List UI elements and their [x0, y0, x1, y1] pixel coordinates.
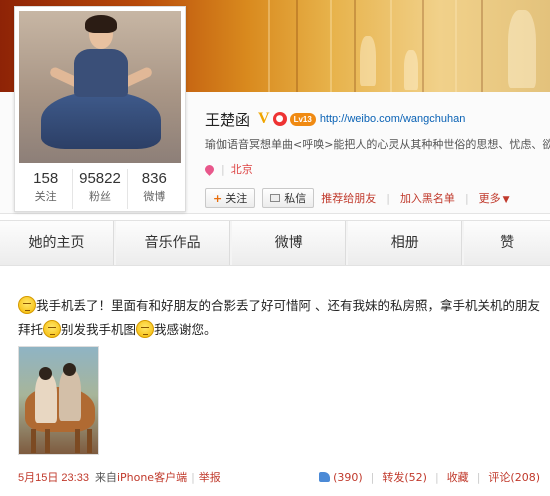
- meta-divider: |: [370, 470, 375, 484]
- weibo-badge-icon[interactable]: ●: [272, 112, 287, 126]
- blacklist-link[interactable]: 加入黑名单: [400, 190, 455, 206]
- stats-row: 158 关注 95822 粉丝 836 微博: [19, 169, 181, 209]
- meta-divider: |: [476, 470, 481, 484]
- sad-face-icon: [43, 320, 62, 338]
- follow-button[interactable]: + 关注: [205, 188, 256, 208]
- more-dropdown[interactable]: 更多 ▼: [479, 190, 510, 206]
- feed: 我手机丢了！里面有和好朋友的合影丢了好可惜阿 、还有我妹的私房照，拿手机关机的朋…: [0, 270, 550, 496]
- more-label: 更多: [478, 192, 501, 205]
- envelope-icon: [270, 194, 281, 202]
- chevron-down-icon: ▼: [502, 195, 510, 205]
- repost-link[interactable]: 转发(52): [382, 469, 427, 485]
- tab-album[interactable]: 相册: [348, 221, 463, 265]
- stat-fans-value: 95822: [79, 170, 121, 187]
- tab-home[interactable]: 她的主页: [0, 221, 115, 265]
- action-divider: |: [386, 191, 390, 205]
- plus-icon: +: [213, 191, 223, 205]
- favorite-link[interactable]: 收藏: [447, 469, 469, 485]
- profile-actions: + 关注 私信 推荐给朋友 | 加入黑名单 | 更多 ▼: [205, 187, 510, 209]
- post-time[interactable]: 5月15日 23:33: [18, 469, 89, 485]
- post-meta: 5月15日 23:33 来自 iPhone客户端 | 举报 (390) | 转发…: [18, 469, 540, 485]
- thumbs-up-icon[interactable]: [319, 472, 331, 482]
- stat-fans[interactable]: 95822 粉丝: [73, 169, 128, 209]
- report-link[interactable]: 举报: [199, 469, 221, 485]
- stat-following-label: 关注: [34, 190, 57, 203]
- recommend-link[interactable]: 推荐给朋友: [321, 190, 376, 206]
- tab-likes[interactable]: 赞: [464, 221, 550, 265]
- sad-face-icon: [18, 296, 36, 314]
- profile-url-link[interactable]: http://weibo.com/wangchuhan: [320, 113, 466, 125]
- stat-fans-label: 粉丝: [88, 190, 111, 203]
- post-text-part3: 我感谢您。: [154, 322, 217, 337]
- name-row: 王楚函 V ● Lv13 http://weibo.com/wangchuhan: [205, 108, 465, 130]
- meta-divider: |: [191, 470, 195, 484]
- post-text: 我手机丢了！里面有和好朋友的合影丢了好可惜阿 、还有我妹的私房照，拿手机关机的朋…: [18, 294, 540, 342]
- location-city[interactable]: 北京: [231, 161, 253, 177]
- avatar[interactable]: [19, 11, 181, 163]
- comment-link[interactable]: 评论(208): [488, 469, 540, 485]
- location-row: | 北京: [203, 160, 253, 178]
- post-source-link[interactable]: iPhone客户端: [117, 469, 187, 485]
- location-pin-icon: [203, 162, 216, 176]
- tab-weibo[interactable]: 微博: [232, 221, 347, 265]
- post-actions: (390) | 转发(52) | 收藏 | 评论(208): [319, 469, 540, 485]
- meta-divider: |: [434, 470, 439, 484]
- action-divider: |: [464, 191, 469, 205]
- message-button-label: 私信: [284, 192, 307, 205]
- post-from-label: 来自: [94, 471, 117, 484]
- verified-icon[interactable]: V: [258, 110, 270, 128]
- stat-weibo[interactable]: 836 微博: [128, 169, 181, 209]
- location-divider: |: [221, 162, 225, 176]
- avatar-card: 158 关注 95822 粉丝 836 微博: [14, 6, 186, 212]
- stat-following[interactable]: 158 关注: [19, 169, 74, 209]
- profile-tabs: 她的主页 音乐作品 微博 相册 赞: [0, 220, 550, 266]
- sad-face-icon: [136, 320, 155, 338]
- follow-button-label: 关注: [225, 192, 248, 205]
- stat-following-value: 158: [33, 170, 59, 187]
- like-count[interactable]: (390): [333, 471, 363, 484]
- stat-weibo-value: 836: [141, 170, 167, 187]
- level-badge[interactable]: Lv13: [289, 112, 316, 126]
- tab-music[interactable]: 音乐作品: [116, 221, 231, 265]
- profile-intro: 瑜伽语音冥想单曲<呼唤>能把人的心灵从其种种世俗的思想、忧虑、欲望中解脱出来: [205, 138, 550, 151]
- stat-weibo-label: 微博: [143, 190, 166, 203]
- post-text-part2: 别发我手机图: [61, 322, 137, 337]
- message-button[interactable]: 私信: [262, 188, 315, 208]
- post-image[interactable]: [18, 346, 99, 455]
- profile-name: 王楚函: [205, 110, 251, 129]
